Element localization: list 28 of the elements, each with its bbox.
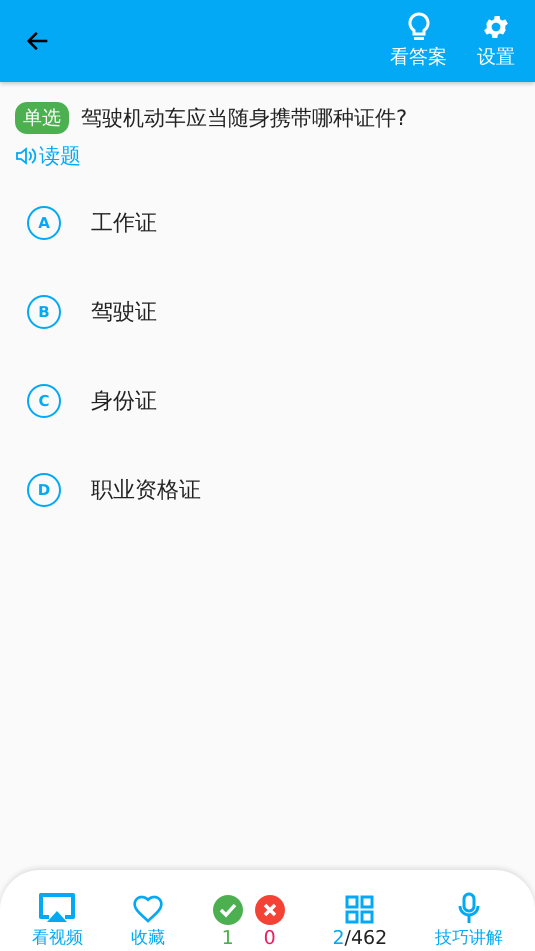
option-text[interactable]: 工作证 (91, 208, 157, 238)
heart-icon (132, 894, 164, 924)
grid-icon[interactable] (344, 895, 375, 925)
settings-button[interactable]: 设置 (477, 12, 515, 70)
answer-button[interactable]: 看答案 (390, 12, 447, 70)
option-text[interactable]: 身份证 (91, 386, 157, 416)
current-question-number: 2 (332, 927, 345, 949)
speaker-icon (15, 146, 37, 166)
close-icon (254, 895, 285, 925)
video-button[interactable]: 看视频 (32, 892, 83, 949)
question-text: 驾驶机动车应当随身携带哪种证件? (81, 105, 408, 132)
option-letter[interactable]: D (27, 472, 61, 506)
total-question-count: /462 (344, 927, 388, 949)
option-letter[interactable]: B (27, 294, 61, 328)
correct-count: 1 (222, 927, 234, 949)
tips-button[interactable]: 技巧讲解 (435, 892, 504, 949)
lightbulb-icon (408, 12, 430, 42)
screen-cast-icon (37, 892, 78, 924)
option-text[interactable]: 驾驶证 (91, 296, 157, 326)
read-question-button[interactable]: 读题 (15, 142, 81, 170)
option-letter[interactable]: C (27, 384, 61, 418)
microphone-icon (457, 892, 482, 924)
option-text[interactable]: 职业资格证 (91, 474, 201, 504)
check-icon (212, 895, 243, 925)
option-letter[interactable]: A (27, 206, 61, 240)
question-type-badge: 单选 (15, 102, 69, 134)
wrong-count: 0 (264, 927, 276, 949)
favorite-button[interactable]: 收藏 (130, 894, 165, 949)
